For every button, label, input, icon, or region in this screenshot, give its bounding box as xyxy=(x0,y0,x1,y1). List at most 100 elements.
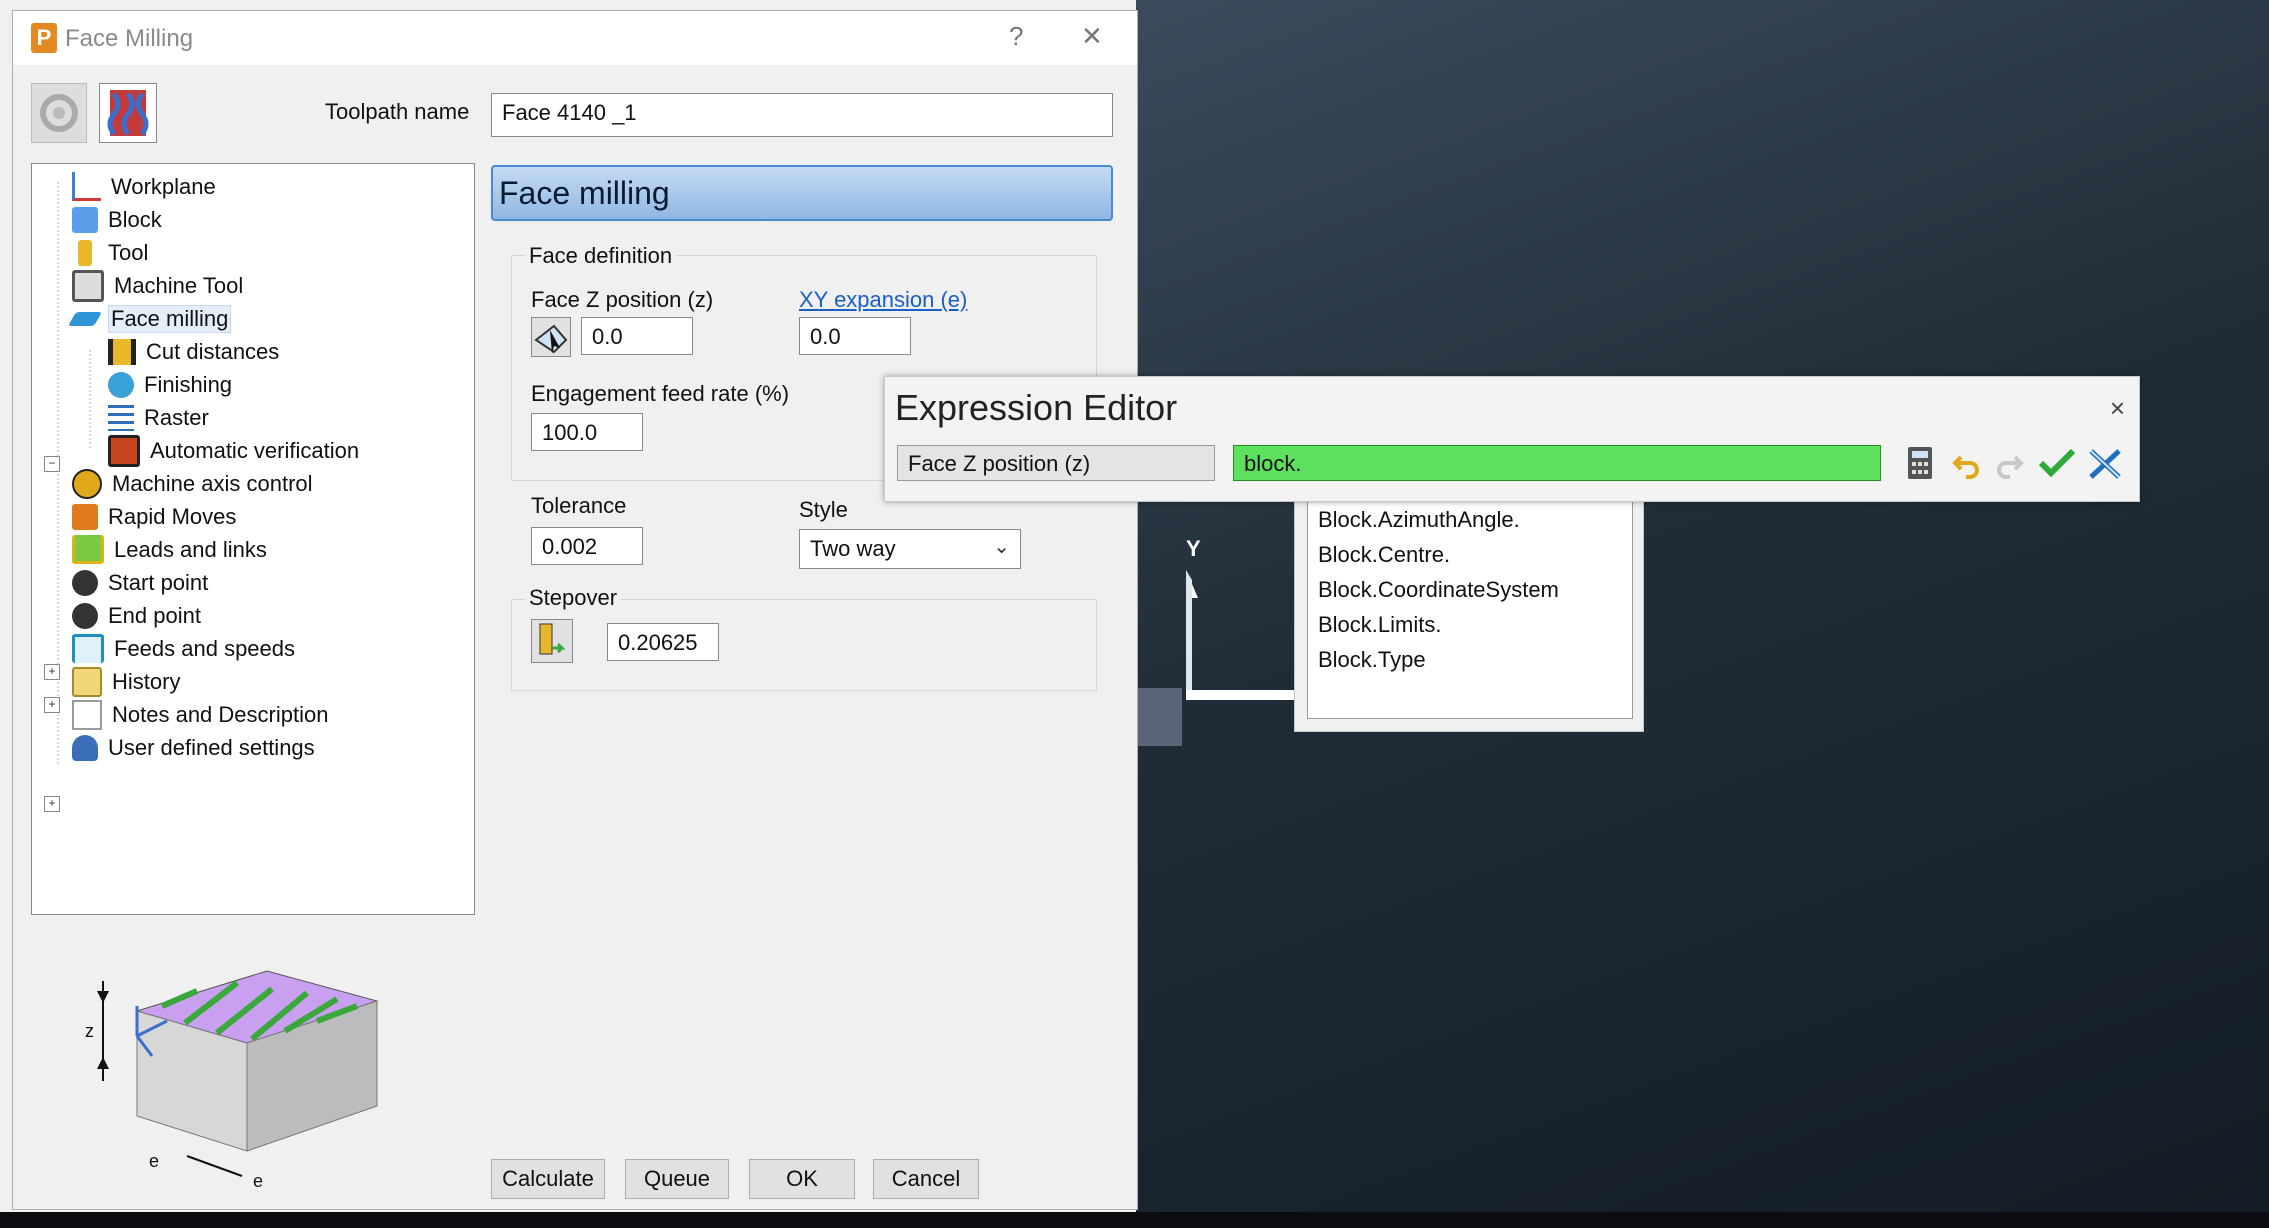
tool-icon xyxy=(78,239,92,266)
toolpath-colour-button[interactable] xyxy=(99,83,157,143)
tree-item-tool[interactable]: Tool xyxy=(72,236,359,269)
tree-item-label: Machine axis control xyxy=(112,470,313,496)
tree-item-label: Start point xyxy=(108,569,209,595)
calculator-icon xyxy=(1908,447,1932,479)
stepover-from-tool-button[interactable] xyxy=(531,619,573,663)
help-button[interactable]: ? xyxy=(1009,21,1023,52)
feeds-speeds-icon xyxy=(72,634,104,663)
tree-item-notes-and-description[interactable]: Notes and Description xyxy=(72,698,359,731)
style-select[interactable]: Two way ⌄ xyxy=(799,529,1021,569)
expression-editor: Expression Editor × Face Z position (z) … xyxy=(884,376,2140,502)
tree-item-label: Machine Tool xyxy=(114,272,244,298)
feed-rate-input[interactable]: 100.0 xyxy=(531,413,643,451)
tree-item-label: End point xyxy=(108,602,201,628)
expand-toggle[interactable]: + xyxy=(44,796,60,812)
face-definition-label: Face definition xyxy=(525,243,677,269)
ok-button[interactable]: OK xyxy=(749,1159,855,1199)
autocomplete-item[interactable]: Block.Limits. xyxy=(1308,607,1632,642)
tree-item-block[interactable]: Block xyxy=(72,203,359,236)
undo-button[interactable] xyxy=(1951,447,1983,481)
tree-item-workplane[interactable]: Workplane xyxy=(72,170,359,203)
expression-field-name: Face Z position (z) xyxy=(897,445,1215,481)
accept-button[interactable] xyxy=(2037,445,2077,481)
tree-item-feeds-and-speeds[interactable]: Feeds and speeds xyxy=(72,632,359,665)
pick-z-button[interactable] xyxy=(531,317,571,357)
tree-item-cut-distances[interactable]: Cut distances xyxy=(72,335,359,368)
toolpath-type-button[interactable] xyxy=(31,83,87,143)
autocomplete-item[interactable]: Block.CoordinateSystem xyxy=(1308,572,1632,607)
rapid-moves-icon xyxy=(72,503,98,530)
expand-toggle[interactable]: + xyxy=(44,697,60,713)
raster-icon xyxy=(108,404,134,431)
diagram-e-label: e xyxy=(253,1171,264,1191)
tree-item-label: Feeds and speeds xyxy=(114,635,296,661)
tree-item-finishing[interactable]: Finishing xyxy=(72,368,359,401)
autocomplete-item[interactable]: Block.AzimuthAngle. xyxy=(1308,502,1632,537)
toolpath-name-label: Toolpath name xyxy=(325,99,470,124)
style-value: Two way xyxy=(810,536,896,561)
stepover-group xyxy=(511,599,1097,691)
tree-item-label: Face milling xyxy=(108,304,232,333)
cancel-expression-button[interactable] xyxy=(2085,445,2125,481)
calculator-button[interactable] xyxy=(1905,445,1937,481)
axis-y-label: Y xyxy=(1186,536,1201,561)
diagram-z-label: z xyxy=(85,1021,94,1041)
expand-toggle[interactable]: + xyxy=(44,664,60,680)
expression-editor-title: Expression Editor xyxy=(895,387,1178,428)
tolerance-input[interactable]: 0.002 xyxy=(531,527,643,565)
tree-item-start-point[interactable]: Start point xyxy=(72,566,359,599)
tool-stepover-icon xyxy=(539,623,566,655)
toolpath-name-input[interactable]: Face 4140 _1 xyxy=(491,93,1113,137)
autocomplete-popup: Block.AzimuthAngle. Block.Centre. Block.… xyxy=(1294,494,1644,732)
cancel-button[interactable]: Cancel xyxy=(873,1159,979,1199)
calculate-button[interactable]: Calculate xyxy=(491,1159,605,1199)
tree-item-machine-tool[interactable]: Machine Tool xyxy=(72,269,359,302)
user-settings-icon xyxy=(72,734,98,761)
tree-item-machine-axis-control[interactable]: Machine axis control xyxy=(72,467,359,500)
tree-item-label: Finishing xyxy=(144,371,233,397)
expression-input[interactable]: block. xyxy=(1233,445,1881,481)
title-bar[interactable]: P Face Milling ? ✕ xyxy=(13,11,1137,65)
tree-item-face-milling[interactable]: Face milling xyxy=(67,302,359,335)
pick-cursor-icon xyxy=(534,324,568,354)
checkmark-icon xyxy=(2038,448,2076,478)
pattern-icon xyxy=(107,90,149,136)
tree-item-leads-and-links[interactable]: Leads and links xyxy=(72,533,359,566)
tree-item-rapid-moves[interactable]: Rapid Moves xyxy=(72,500,359,533)
stepover-input[interactable]: 0.20625 xyxy=(607,623,719,661)
tolerance-label: Tolerance xyxy=(531,493,627,518)
tree-item-label: Leads and links xyxy=(114,536,267,562)
tree-item-label: Raster xyxy=(144,404,209,430)
leads-links-icon xyxy=(72,535,104,564)
toolpath-cycle-icon xyxy=(40,94,78,132)
tree-item-user-defined-settings[interactable]: User defined settings xyxy=(72,731,359,764)
redo-button[interactable] xyxy=(1993,447,2025,481)
face-z-label: Face Z position (z) xyxy=(531,287,714,312)
autocomplete-item[interactable]: Block.Type xyxy=(1308,642,1632,677)
close-icon[interactable]: × xyxy=(2110,393,2125,424)
autocomplete-list[interactable]: Block.AzimuthAngle. Block.Centre. Block.… xyxy=(1307,495,1633,719)
tree-item-label: Automatic verification xyxy=(150,437,360,463)
tree-item-raster[interactable]: Raster xyxy=(72,401,359,434)
workplane-icon xyxy=(72,172,101,201)
autocomplete-item[interactable]: Block.Centre. xyxy=(1308,537,1632,572)
settings-tree[interactable]: − + + + Workplane Block Tool Machine Too… xyxy=(31,163,475,915)
tree-item-label: User defined settings xyxy=(108,734,315,760)
face-milling-icon xyxy=(67,311,103,326)
tree-item-label: Cut distances xyxy=(146,338,280,364)
face-milling-diagram xyxy=(97,970,379,1177)
face-z-input[interactable]: 0.0 xyxy=(581,317,693,355)
xy-expansion-link[interactable]: XY expansion (e) xyxy=(799,287,967,313)
end-point-icon xyxy=(72,602,98,629)
tree-item-end-point[interactable]: End point xyxy=(72,599,359,632)
machine-tool-icon xyxy=(72,269,104,302)
expand-toggle[interactable]: − xyxy=(44,456,60,472)
cut-distances-icon xyxy=(108,338,136,365)
taskbar-strip xyxy=(0,1212,2269,1228)
close-button[interactable]: ✕ xyxy=(1081,21,1103,52)
tree-item-automatic-verification[interactable]: Automatic verification xyxy=(72,434,359,467)
powermill-app-icon: P xyxy=(31,23,57,53)
tree-item-history[interactable]: History xyxy=(72,665,359,698)
queue-button[interactable]: Queue xyxy=(625,1159,729,1199)
xy-expansion-input[interactable]: 0.0 xyxy=(799,317,911,355)
